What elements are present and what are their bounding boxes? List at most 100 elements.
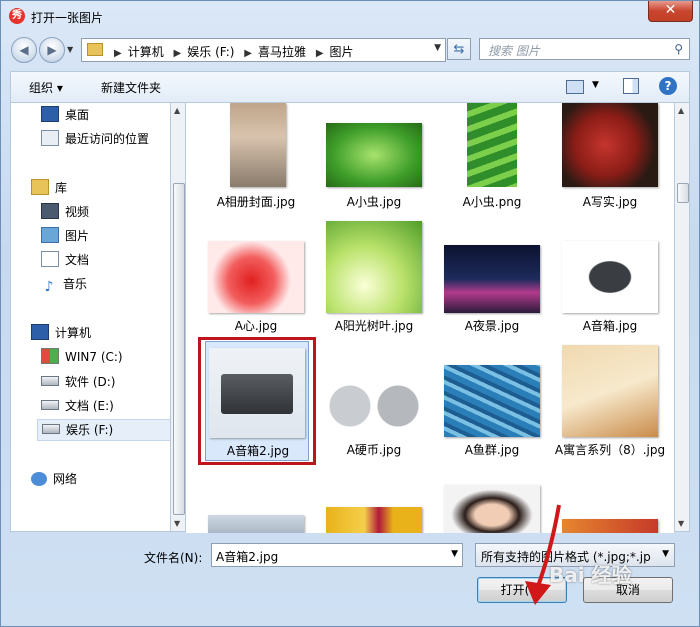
sidebar-item-label: 娱乐 (F:) xyxy=(66,423,114,437)
sidebar-item-pictures[interactable]: 图片 xyxy=(41,226,89,246)
scroll-up-icon[interactable]: ▲ xyxy=(678,106,684,115)
sidebar-item-label: 计算机 xyxy=(55,326,92,340)
arrow-left-icon: ◀ xyxy=(19,43,29,57)
sidebar-item-drive-d[interactable]: 软件 (D:) xyxy=(41,372,115,392)
search-input[interactable]: 搜索 图片 ⚲ xyxy=(479,38,690,60)
thumbnail-image xyxy=(326,381,422,431)
file-item[interactable]: A心.jpg xyxy=(200,221,312,339)
sidebar-item-label: 网络 xyxy=(53,472,78,486)
watermark-text: Bai 经验 xyxy=(549,563,632,587)
chevron-right-icon[interactable]: ▶ xyxy=(174,48,182,59)
selection-highlight-frame xyxy=(198,337,316,465)
file-name: A音箱.jpg xyxy=(582,319,638,333)
file-name: A小虫.png xyxy=(462,195,522,209)
file-item[interactable] xyxy=(318,507,430,533)
recent-pages-dropdown-icon[interactable]: ▼ xyxy=(67,45,73,54)
file-grid: A相册封面.jpg A小虫.jpg A小虫.png A写实.jpg A心.jpg… xyxy=(186,102,674,533)
drive-icon xyxy=(41,376,59,386)
filename-dropdown-icon[interactable]: ▼ xyxy=(451,549,458,559)
sidebar-item-label: 音乐 xyxy=(63,277,88,291)
window-title: 打开一张图片 xyxy=(31,11,104,25)
sidebar-item-drive-c[interactable]: WIN7 (C:) xyxy=(41,347,123,367)
desktop-icon xyxy=(41,106,59,122)
file-item[interactable]: A夜景.jpg xyxy=(436,221,548,339)
file-item[interactable]: A鱼群.jpg xyxy=(436,341,548,459)
file-type-dropdown-icon[interactable]: ▼ xyxy=(662,549,669,559)
sidebar-item-label: WIN7 (C:) xyxy=(65,350,123,364)
file-item[interactable]: A音箱.jpg xyxy=(554,221,666,339)
thumbnail-image xyxy=(467,103,517,187)
thumbnail-image xyxy=(208,515,304,533)
refresh-button[interactable]: ⇆ xyxy=(447,38,471,60)
file-name: A相册封面.jpg xyxy=(216,195,296,209)
breadcrumb: ▶ 计算机 ▶ 娱乐 (F:) ▶ 喜马拉雅 ▶ 图片 xyxy=(108,43,354,60)
breadcrumb-computer[interactable]: 计算机 xyxy=(128,45,164,59)
chevron-right-icon[interactable]: ▶ xyxy=(244,48,252,59)
sidebar-item-libraries[interactable]: 库 xyxy=(31,178,67,198)
scroll-up-icon[interactable]: ▲ xyxy=(174,106,180,115)
file-name: A写实.jpg xyxy=(582,195,638,209)
file-item[interactable]: A小虫.png xyxy=(436,103,548,221)
sidebar-item-documents[interactable]: 文档 xyxy=(41,250,89,270)
scroll-down-icon[interactable]: ▼ xyxy=(174,519,180,528)
thumbnail-image xyxy=(562,345,658,437)
address-dropdown-icon[interactable]: ▼ xyxy=(434,43,441,53)
scroll-thumb[interactable] xyxy=(173,183,185,515)
sidebar-item-label: 桌面 xyxy=(65,108,90,122)
close-button[interactable]: ✕ xyxy=(648,1,693,22)
folder-icon xyxy=(87,43,103,56)
preview-pane-icon[interactable] xyxy=(623,78,639,94)
navigation-pane-scrollbar[interactable]: ▲ ▼ xyxy=(170,102,186,532)
file-item[interactable]: A硬币.jpg xyxy=(318,341,430,459)
file-name: A硬币.jpg xyxy=(346,443,402,457)
address-bar[interactable]: ▶ 计算机 ▶ 娱乐 (F:) ▶ 喜马拉雅 ▶ 图片 ▼ xyxy=(81,38,446,62)
video-icon xyxy=(41,203,59,219)
arrow-right-icon: ▶ xyxy=(47,43,57,57)
help-icon[interactable]: ? xyxy=(659,77,677,95)
thumbnail-image xyxy=(208,241,304,313)
scroll-down-icon[interactable]: ▼ xyxy=(678,519,684,528)
change-view-icon[interactable] xyxy=(566,80,584,94)
new-folder-button[interactable]: 新建文件夹 xyxy=(101,79,161,96)
file-name: A阳光树叶.jpg xyxy=(334,319,414,333)
music-icon: ♪ xyxy=(44,279,54,295)
organize-menu-button[interactable]: 组织 ▾ xyxy=(29,79,63,96)
sidebar-item-videos[interactable]: 视频 xyxy=(41,202,89,222)
file-item[interactable]: A小虫.jpg xyxy=(318,103,430,221)
view-dropdown-icon[interactable]: ▼ xyxy=(592,80,599,90)
search-placeholder: 搜索 图片 xyxy=(488,44,540,58)
sidebar-item-label: 图片 xyxy=(65,229,90,243)
file-item[interactable]: A相册封面.jpg xyxy=(200,103,312,221)
file-name: A小虫.jpg xyxy=(346,195,402,209)
sidebar-item-drive-f[interactable]: 娱乐 (F:) xyxy=(37,419,170,441)
breadcrumb-drive-f[interactable]: 娱乐 (F:) xyxy=(187,45,234,59)
file-name: A鱼群.jpg xyxy=(464,443,520,457)
sidebar-item-computer[interactable]: 计算机 xyxy=(31,323,91,343)
file-item[interactable]: A寓言系列（8）.jpg xyxy=(554,341,666,481)
sidebar-item-recent-places[interactable]: 最近访问的位置 xyxy=(41,129,149,149)
refresh-icon: ⇆ xyxy=(453,42,465,57)
breadcrumb-pictures[interactable]: 图片 xyxy=(330,45,354,59)
file-grid-scrollbar[interactable]: ▲ ▼ xyxy=(674,102,690,532)
documents-icon xyxy=(41,251,59,267)
file-item[interactable] xyxy=(200,515,312,533)
sidebar-item-music[interactable]: ♪ 音乐 xyxy=(41,274,88,295)
library-icon xyxy=(31,179,49,195)
filename-input[interactable]: A音箱2.jpg ▼ xyxy=(211,543,463,567)
sidebar-item-label: 库 xyxy=(55,181,68,195)
sidebar-item-drive-e[interactable]: 文档 (E:) xyxy=(41,396,114,416)
back-button[interactable]: ◀ xyxy=(11,37,37,63)
pictures-icon xyxy=(41,227,59,243)
recent-places-icon xyxy=(41,130,59,146)
navigation-row: ◀ ▶ ▼ ▶ 计算机 ▶ 娱乐 (F:) ▶ 喜马拉雅 ▶ 图片 ▼ ⇆ 搜索 图片 … xyxy=(1,33,699,65)
chevron-right-icon[interactable]: ▶ xyxy=(316,48,324,59)
forward-button[interactable]: ▶ xyxy=(39,37,65,63)
breadcrumb-himalaya[interactable]: 喜马拉雅 xyxy=(258,45,306,59)
sidebar-item-network[interactable]: 网络 xyxy=(31,469,77,489)
sidebar-item-label: 最近访问的位置 xyxy=(65,132,150,146)
scroll-thumb[interactable] xyxy=(677,183,689,203)
sidebar-item-desktop[interactable]: 桌面 xyxy=(41,105,89,125)
file-item[interactable]: A写实.jpg xyxy=(554,103,666,221)
file-item[interactable]: A阳光树叶.jpg xyxy=(318,221,430,339)
chevron-right-icon[interactable]: ▶ xyxy=(114,48,122,59)
